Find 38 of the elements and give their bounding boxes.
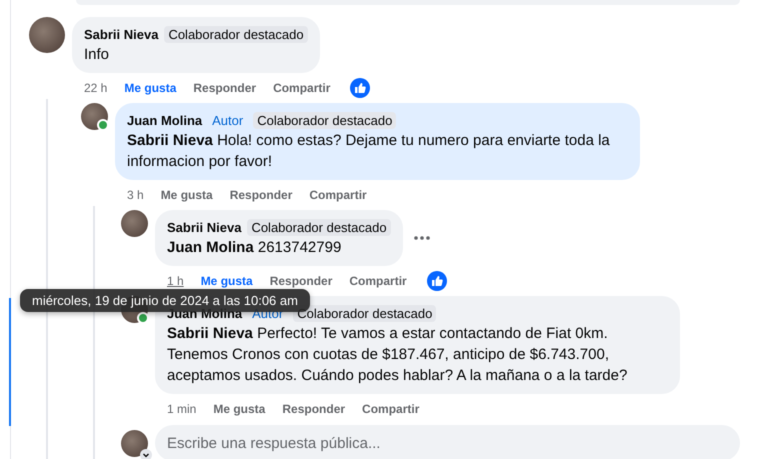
like-button[interactable]: Me gusta — [124, 81, 176, 95]
badge-label: Colaborador destacado — [293, 304, 436, 322]
avatar[interactable] — [121, 430, 148, 456]
badge-label: Colaborador destacado — [164, 26, 308, 42]
timestamp-link[interactable]: 1 min — [167, 402, 196, 416]
share-button[interactable]: Compartir — [349, 274, 407, 288]
avatar[interactable] — [121, 210, 148, 237]
comment-text: Info — [84, 45, 110, 65]
caret-icon[interactable] — [140, 448, 152, 459]
like-button[interactable]: Me gusta — [160, 188, 213, 202]
avatar[interactable] — [29, 17, 65, 53]
badge-label: Colaborador destacado — [247, 218, 391, 236]
author-name[interactable]: Sabrii Nieva — [84, 26, 158, 42]
thumbs-up-icon[interactable] — [426, 271, 447, 291]
comment-text: Sabrii Nieva Hola! como estas? Dejame tu numero para enviarte toda la informacion por favor! — [127, 131, 611, 172]
reply-button[interactable]: Responder — [270, 274, 332, 288]
share-button[interactable]: Compartir — [362, 402, 420, 416]
reply-button[interactable]: Responder — [230, 188, 292, 202]
reply-button[interactable]: Responder — [282, 402, 346, 416]
like-button[interactable]: Me gusta — [213, 402, 266, 416]
reply-input-field[interactable]: Escribe una respuesta pública... — [155, 425, 740, 459]
author-name[interactable]: Sabrii Nieva — [167, 220, 242, 234]
timestamp-link[interactable]: 1 h — [167, 274, 184, 288]
author-label: Autor — [211, 112, 244, 128]
comment-text: Sabrii Nieva Perfecto! Te vamos a estar contactando de Fiat 0km. Tenemos Cronos con cuotas de $187.467, anticipo de $6.743.700, aceptamos usados. Cuándo podes hablar? A la mañana o a la tarde? — [167, 324, 628, 386]
badge-label: Colaborador destacado — [253, 112, 396, 128]
share-button[interactable]: Compartir — [273, 81, 330, 95]
timestamp-link[interactable]: 22 h — [84, 81, 108, 95]
like-button[interactable]: Me gusta — [200, 274, 253, 288]
thumbs-up-icon[interactable] — [350, 78, 370, 98]
timestamp-link[interactable]: 3 h — [127, 188, 144, 202]
share-button[interactable]: Compartir — [309, 188, 367, 202]
author-name[interactable]: Juan Molina — [127, 112, 202, 128]
date-tooltip: miércoles, 19 de junio de 2024 a las 10:06 am — [20, 289, 310, 312]
avatar[interactable] — [81, 103, 108, 130]
more-options-icon[interactable] — [412, 235, 431, 241]
comment-text: Juan Molina 2613742799 — [167, 238, 342, 258]
reply-button[interactable]: Responder — [193, 81, 256, 95]
